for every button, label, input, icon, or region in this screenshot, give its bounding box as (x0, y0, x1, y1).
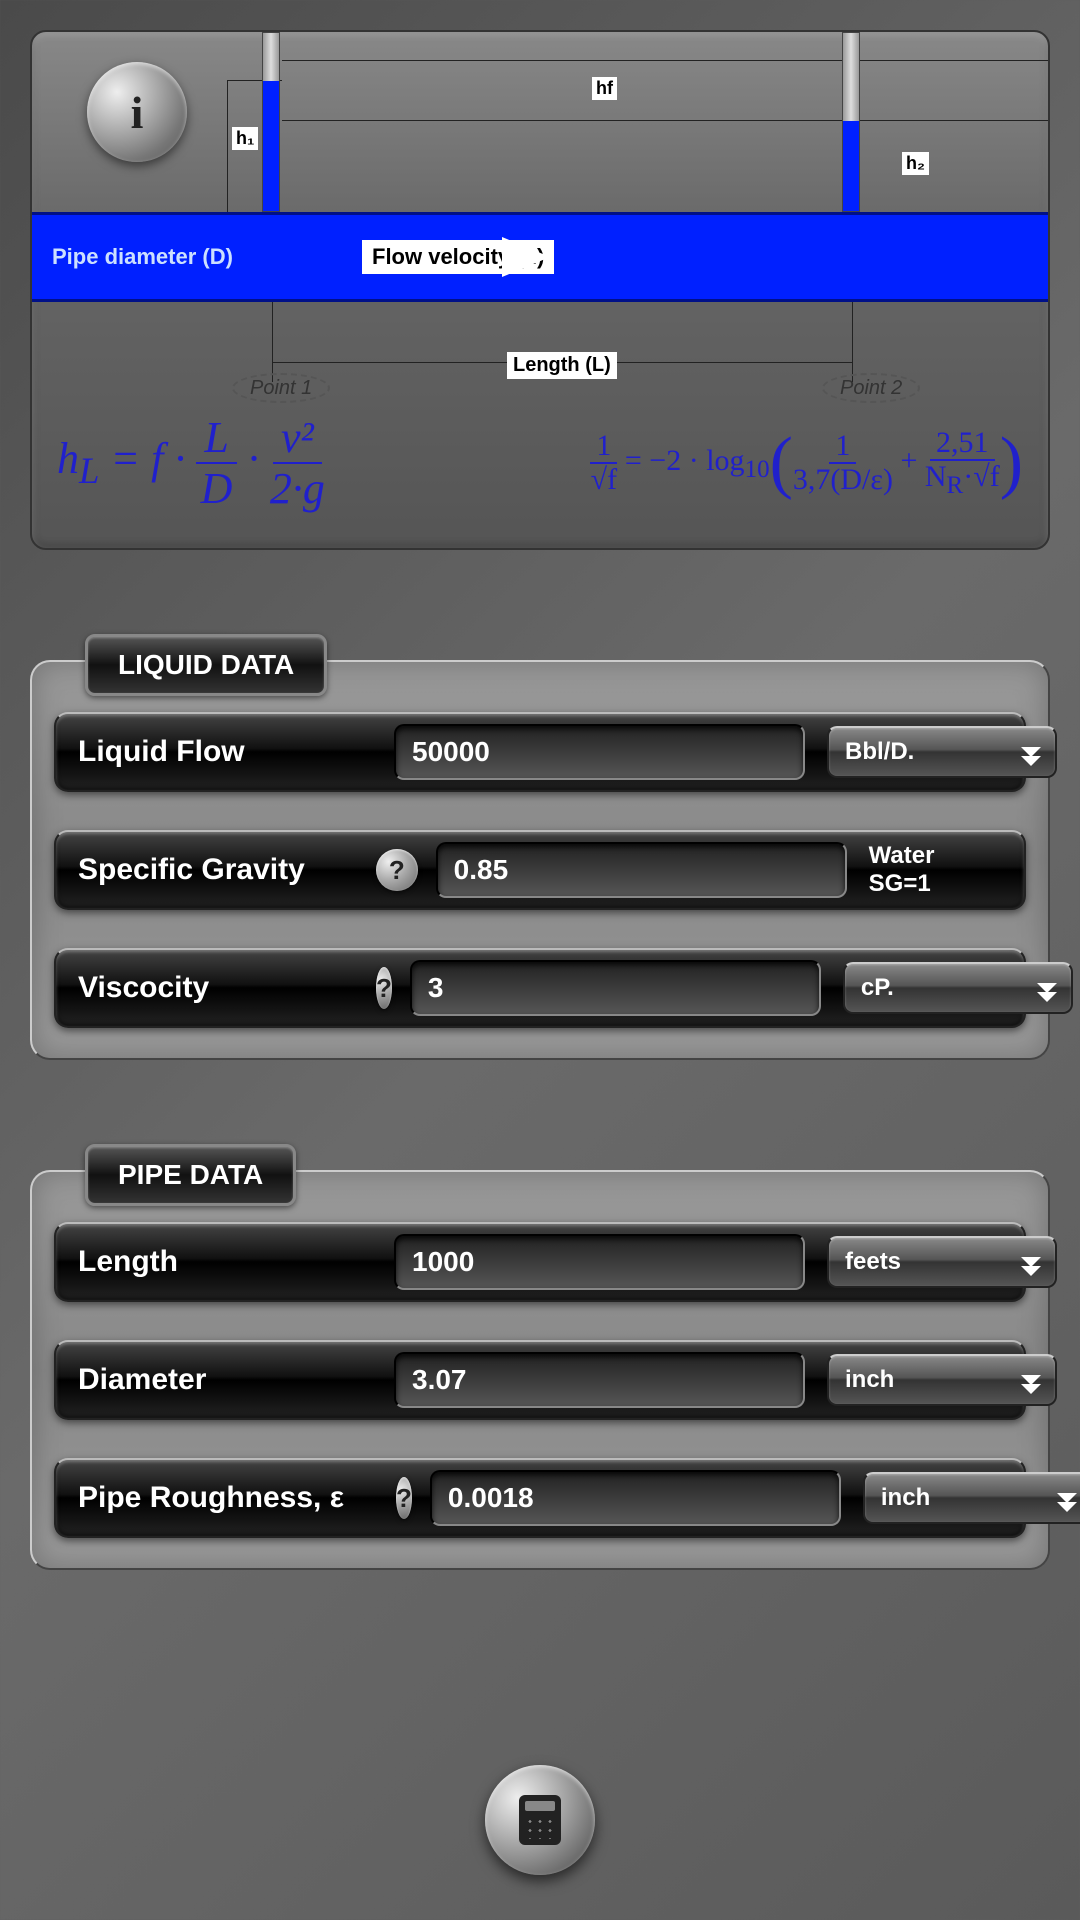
length-input[interactable] (394, 1234, 805, 1290)
manometer-column-1 (262, 32, 280, 212)
help-icon[interactable]: ? (376, 849, 418, 891)
liquid-flow-unit-dropdown[interactable]: Bbl/D. (827, 726, 1057, 778)
arrow-right-icon (502, 237, 550, 277)
liquid-data-title: LIQUID DATA (85, 634, 327, 696)
diameter-unit-dropdown[interactable]: inch (827, 1354, 1057, 1406)
diameter-input[interactable] (394, 1352, 805, 1408)
hf-label: hf (592, 77, 617, 100)
specific-gravity-input[interactable] (436, 842, 847, 898)
viscosity-row: Viscocity ? cP. (54, 948, 1026, 1028)
help-icon[interactable]: ? (396, 1477, 412, 1519)
length-unit-dropdown[interactable]: feets (827, 1236, 1057, 1288)
darcy-equation: hL = f · LD · v²2·g (57, 412, 325, 514)
h1-label: h₁ (232, 127, 258, 150)
roughness-row: Pipe Roughness, ε ? inch (54, 1458, 1026, 1538)
equations: hL = f · LD · v²2·g 1√f = −2 · log10(13,… (57, 412, 1023, 514)
length-row: Length feets (54, 1222, 1026, 1302)
diameter-row: Diameter inch (54, 1340, 1026, 1420)
h2-label: h₂ (902, 152, 929, 175)
point-1-label: Point 1 (232, 377, 330, 400)
viscosity-label: Viscocity (78, 971, 358, 1005)
roughness-unit-dropdown[interactable]: inch (863, 1472, 1080, 1524)
liquid-flow-input[interactable] (394, 724, 805, 780)
liquid-flow-row: Liquid Flow Bbl/D. (54, 712, 1026, 792)
diameter-label: Diameter (78, 1363, 358, 1397)
specific-gravity-row: Specific Gravity ? Water SG=1 (54, 830, 1026, 910)
pipe-data-section: PIPE DATA Length feets Diameter inch Pip… (30, 1170, 1050, 1570)
viscosity-unit-dropdown[interactable]: cP. (843, 962, 1073, 1014)
info-button[interactable]: i (87, 62, 187, 162)
help-icon[interactable]: ? (376, 967, 392, 1009)
calculate-button[interactable] (485, 1765, 595, 1875)
pipe-data-title: PIPE DATA (85, 1144, 296, 1206)
pipe-flow-diagram: i h₁ h₂ hf Pipe diameter (D) Flow veloci… (30, 30, 1050, 550)
liquid-flow-label: Liquid Flow (78, 735, 358, 769)
manometer-column-2 (842, 32, 860, 212)
colebrook-equation: 1√f = −2 · log10(13,7(D/ε) + 2,51NR·√f) (590, 423, 1023, 503)
roughness-label: Pipe Roughness, ε (78, 1481, 378, 1515)
liquid-data-section: LIQUID DATA Liquid Flow Bbl/D. Specific … (30, 660, 1050, 1060)
length-label: Length (L) (507, 352, 617, 379)
pipe-diameter-label: Pipe diameter (D) (52, 244, 233, 270)
specific-gravity-note: Water SG=1 (869, 842, 1002, 898)
specific-gravity-label: Specific Gravity (78, 853, 358, 887)
pipe-band: Pipe diameter (D) Flow velocity (u) (32, 212, 1048, 302)
length-label: Length (78, 1245, 358, 1279)
viscosity-input[interactable] (410, 960, 821, 1016)
roughness-input[interactable] (430, 1470, 841, 1526)
calculator-icon (519, 1795, 561, 1845)
point-2-label: Point 2 (822, 377, 920, 400)
